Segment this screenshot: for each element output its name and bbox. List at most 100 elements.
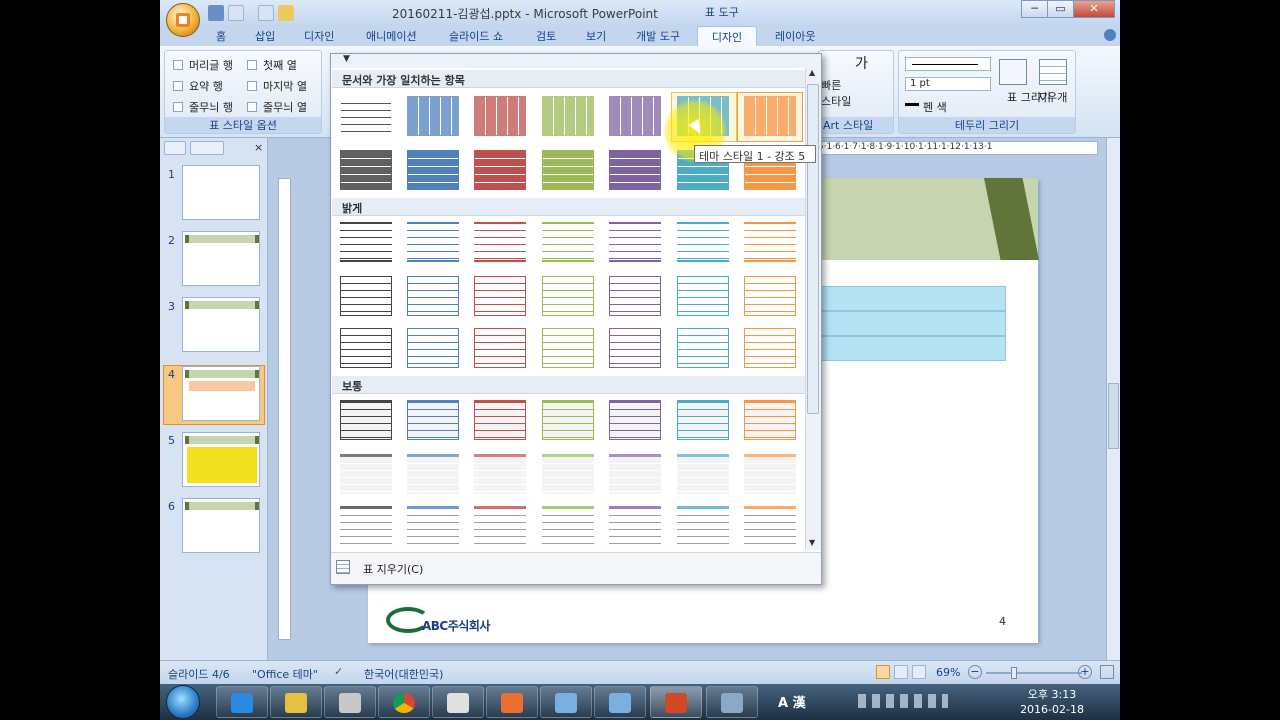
tab-animation[interactable]: 애니메이션 [366,28,417,44]
fit-to-window-icon[interactable] [1100,665,1114,679]
table-style-swatch[interactable] [677,454,729,494]
eraser-icon[interactable] [1039,59,1067,85]
table-style-swatch[interactable] [744,222,796,262]
tab-layout[interactable]: 레이아웃 [775,28,815,44]
clear-table-button[interactable]: 표 지우기(C) [363,561,423,577]
table-style-swatch[interactable] [542,400,594,440]
zoom-slider[interactable] [986,672,1082,674]
table-style-swatch[interactable] [744,96,796,136]
table-style-swatch[interactable] [609,454,661,494]
table-style-swatch[interactable] [340,400,392,440]
table-style-swatch[interactable] [542,96,594,136]
table-style-swatch[interactable] [744,400,796,440]
tab-insert[interactable]: 삽입 [255,28,275,44]
taskbar-chrome[interactable] [378,686,430,718]
banded-rows-checkbox[interactable]: 줄무늬 행 [173,99,233,115]
table-style-swatch[interactable] [474,150,526,190]
taskbar-app[interactable] [486,686,538,718]
table-style-swatch[interactable] [340,328,392,368]
spell-check-icon[interactable]: ✓ [334,665,343,678]
table-row[interactable] [818,311,1006,336]
table-style-swatch[interactable] [744,506,796,546]
table-style-swatch[interactable] [407,506,459,546]
table-row[interactable] [818,286,1006,311]
close-button[interactable]: ✕ [1073,0,1115,18]
zoom-level[interactable]: 69% [936,666,960,679]
table-style-swatch[interactable] [609,150,661,190]
tab-developer[interactable]: 개발 도구 [636,28,680,44]
vertical-scrollbar[interactable] [1106,138,1120,660]
banded-columns-checkbox[interactable]: 줄무늬 열 [247,99,307,115]
table-style-swatch[interactable] [340,454,392,494]
normal-view-icon[interactable] [876,665,890,679]
table-style-swatch[interactable] [407,96,459,136]
tab-table-design[interactable]: 디자인 [697,26,757,47]
table-style-swatch[interactable] [474,96,526,136]
taskbar-app[interactable] [540,686,592,718]
first-column-checkbox[interactable]: 첫째 열 [247,57,297,73]
slide-thumbnail[interactable] [182,498,260,553]
taskbar-powerpoint[interactable] [650,686,702,718]
table-style-swatch[interactable] [744,454,796,494]
slides-tab[interactable] [164,141,186,155]
table-style-swatch[interactable] [677,506,729,546]
tab-review[interactable]: 검토 [536,28,556,44]
taskbar-app[interactable] [324,686,376,718]
table-style-swatch[interactable] [542,454,594,494]
taskbar-app[interactable] [706,686,758,718]
restore-button[interactable]: ▭ [1047,0,1074,18]
table-row[interactable] [818,336,1006,361]
table-style-swatch[interactable] [474,328,526,368]
table-style-swatch[interactable] [609,96,661,136]
table-style-swatch[interactable] [407,400,459,440]
minimize-button[interactable]: ─ [1021,0,1048,18]
total-row-checkbox[interactable]: 요약 행 [173,78,223,94]
table-style-swatch[interactable] [407,328,459,368]
open-folder-icon[interactable] [278,5,294,21]
table-style-swatch[interactable] [609,328,661,368]
start-button[interactable] [166,685,200,719]
table-style-swatch[interactable] [340,276,392,316]
close-pane-icon[interactable]: × [254,141,263,154]
help-icon[interactable] [1104,29,1116,41]
table-style-swatch[interactable] [609,222,661,262]
table-style-swatch[interactable] [609,506,661,546]
table-style-swatch[interactable] [340,96,392,136]
tab-design[interactable]: 디자인 [304,28,334,44]
table-style-swatch[interactable] [542,506,594,546]
pen-style-select[interactable] [905,57,991,71]
slide-thumbnail[interactable] [182,297,260,352]
table-style-swatch[interactable] [677,400,729,440]
table-style-swatch[interactable] [407,150,459,190]
ime-indicator[interactable]: A 漢 [778,692,806,711]
table-style-swatch[interactable] [474,276,526,316]
table-style-swatch[interactable] [474,506,526,546]
pen-color-button[interactable]: 펜 색 [923,99,947,115]
table-style-swatch[interactable] [542,328,594,368]
undo-icon[interactable] [228,5,244,21]
gallery-dropdown-icon[interactable]: ▼ [343,54,350,64]
table-style-swatch[interactable] [542,222,594,262]
table-style-swatch[interactable] [542,276,594,316]
table-style-swatch[interactable] [609,276,661,316]
slide-thumbnail-selected[interactable] [182,366,260,421]
gallery-scrollbar-thumb[interactable] [807,84,819,414]
table-style-swatch[interactable] [474,400,526,440]
table-style-swatch[interactable] [744,276,796,316]
table-style-swatch[interactable] [407,276,459,316]
taskbar-explorer[interactable] [270,686,322,718]
zoom-in-icon[interactable]: + [1078,665,1092,679]
quick-styles-label[interactable]: 빠른 [821,77,841,93]
table-style-swatch[interactable] [677,328,729,368]
clock[interactable]: 오후 3:13 2016-02-18 [1020,687,1084,717]
table-style-swatch[interactable] [474,454,526,494]
scrollbar-thumb[interactable] [1108,383,1119,449]
taskbar-app[interactable] [432,686,484,718]
save-icon[interactable] [208,5,224,21]
eraser-label[interactable]: 지우개 [1037,89,1067,105]
table-style-swatch[interactable] [677,222,729,262]
table-style-swatch[interactable] [340,222,392,262]
pen-weight-select[interactable]: 1 pt [905,77,991,91]
table-style-swatch[interactable] [474,222,526,262]
slide-thumbnail[interactable] [182,432,260,487]
